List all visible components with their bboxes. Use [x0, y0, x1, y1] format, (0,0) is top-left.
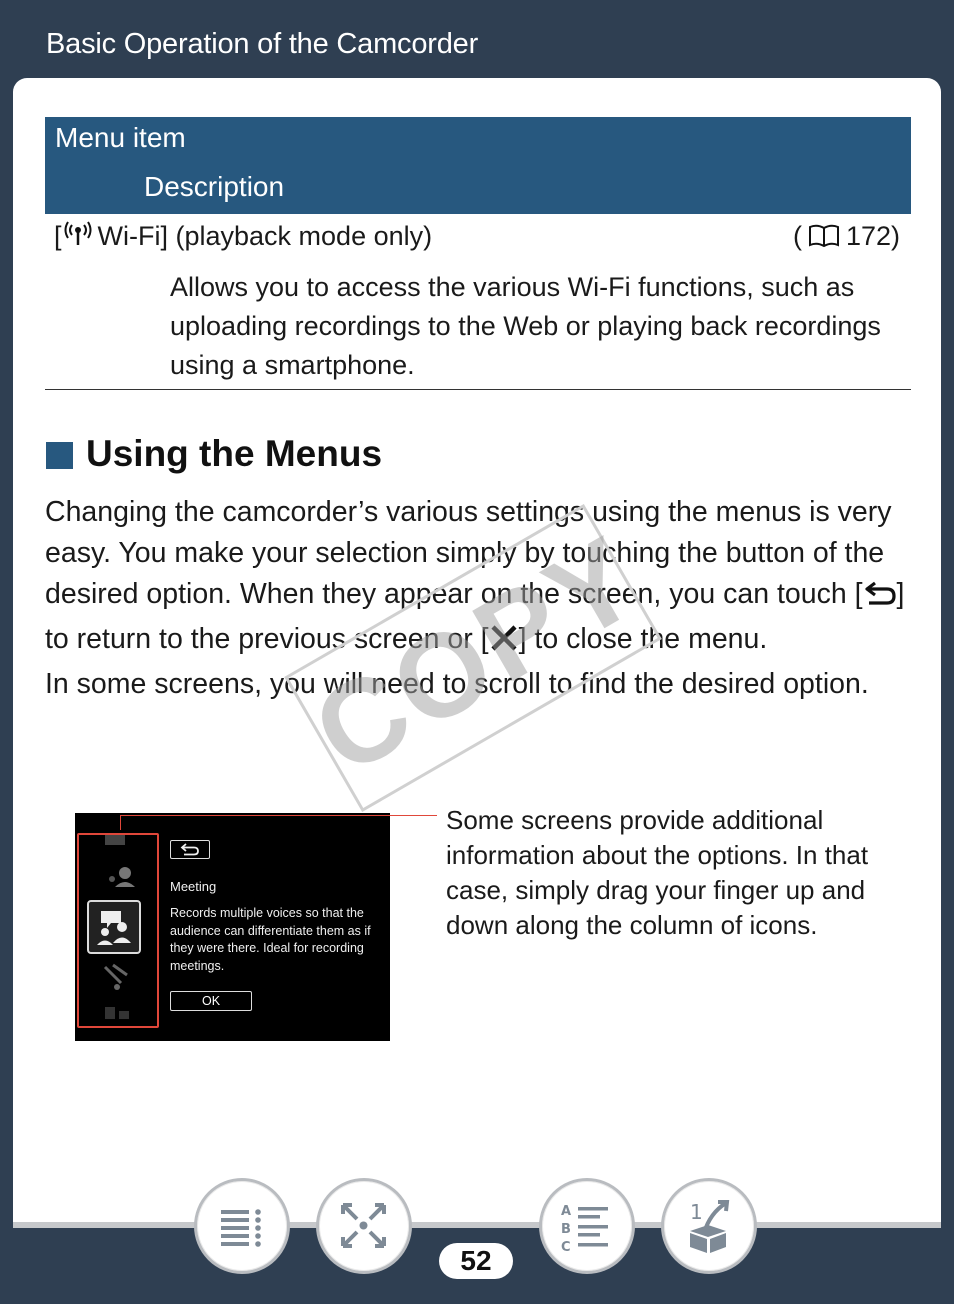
camera-option-title: Meeting: [170, 879, 217, 894]
chapter-title: Basic Operation of the Camcorder: [46, 28, 479, 60]
glossary-button[interactable]: ABC: [539, 1178, 635, 1274]
close-icon: [489, 623, 519, 664]
column-header-description: Description: [144, 171, 285, 202]
camera-option-description: Records multiple voices so that the audi…: [170, 906, 371, 973]
section-title: Using the Menus: [86, 433, 383, 474]
return-icon: [863, 578, 897, 619]
menu-item-description: Allows you to access the various Wi-Fi f…: [170, 272, 881, 380]
menu-item-label: Wi-Fi] (playback mode only): [97, 221, 433, 251]
callout-line: [120, 815, 437, 830]
bracket-open: [: [54, 221, 62, 251]
camera-back-button: [170, 840, 210, 859]
paragraph-1: Changing the camcorder’s various setting…: [45, 492, 915, 664]
body-text: Changing the camcorder’s various setting…: [45, 492, 915, 705]
callout-text: Some screens provide additional informat…: [446, 805, 869, 940]
table-of-contents-icon: [221, 1209, 261, 1247]
back-to-previous-button[interactable]: 1: [661, 1178, 757, 1274]
paragraph-2: In some screens, you will need to scroll…: [45, 668, 869, 700]
svg-text:B: B: [561, 1222, 571, 1237]
table-divider: [45, 389, 911, 390]
svg-text:1: 1: [690, 1200, 703, 1224]
menu-table-header: Menu item Description: [45, 117, 911, 214]
icon-column-highlight: [77, 833, 159, 1028]
book-icon: [808, 224, 840, 255]
footer-nav: [0, 1170, 954, 1304]
back-to-previous-icon: 1: [690, 1200, 730, 1253]
glossary-icon: ABC: [561, 1204, 608, 1255]
camera-screen-illustration: Meeting Records multiple voices so that …: [75, 813, 390, 1041]
table-of-contents-button[interactable]: [194, 1178, 290, 1274]
wifi-icon: [64, 221, 92, 254]
section-marker: [46, 442, 73, 469]
camera-ok-button: OK: [170, 991, 252, 1011]
index-button[interactable]: [316, 1178, 412, 1274]
index-icon: [341, 1203, 386, 1248]
svg-text:A: A: [561, 1204, 571, 1219]
page-number: 52: [439, 1243, 513, 1279]
page-ref-open: (: [792, 221, 802, 251]
menu-table-row-item: [ Wi-Fi] (playback mode only) (172): [54, 221, 900, 255]
svg-text:C: C: [561, 1240, 571, 1255]
column-header-menu-item: Menu item: [55, 122, 186, 153]
page-ref-link[interactable]: 172): [846, 221, 900, 251]
